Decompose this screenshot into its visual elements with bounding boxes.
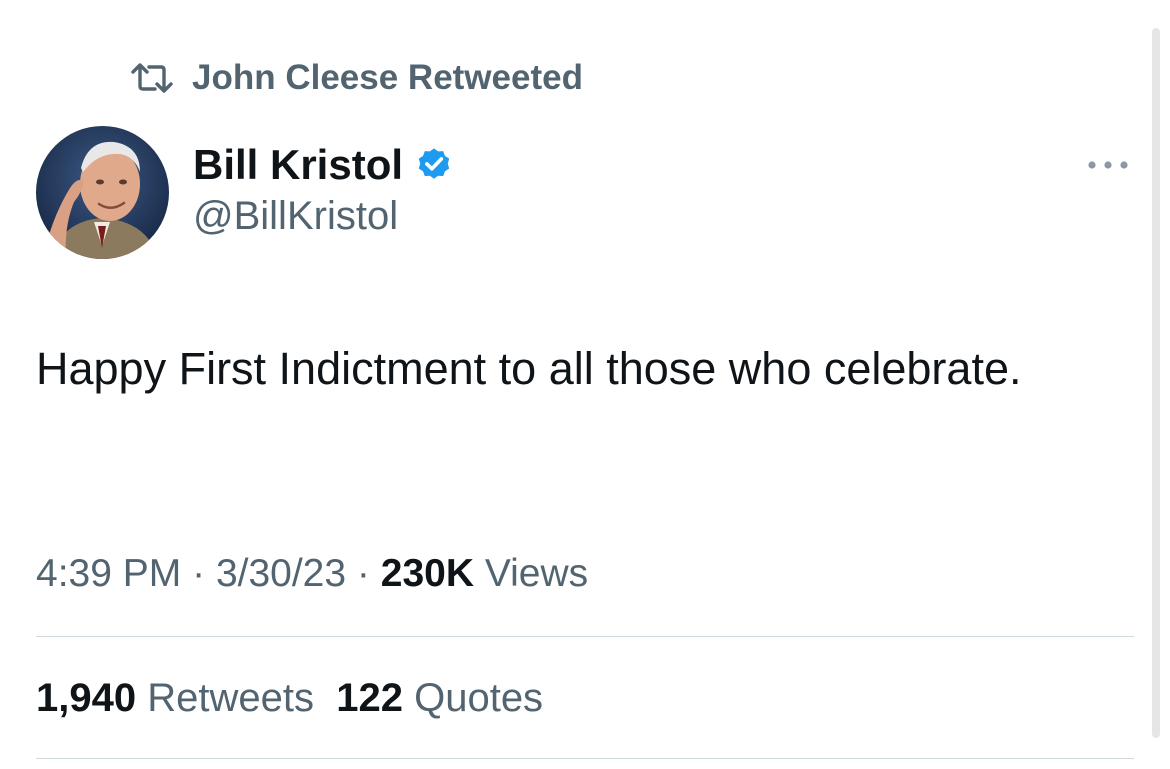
scrollbar[interactable] (1152, 28, 1160, 738)
more-horizontal-icon[interactable] (1084, 150, 1132, 180)
tweet-meta: 4:39 PM · 3/30/23 · 230K Views (36, 548, 588, 600)
divider (36, 636, 1134, 637)
tweet-date[interactable]: 3/30/23 (216, 552, 346, 596)
author-name[interactable]: Bill Kristol (193, 141, 403, 189)
divider (36, 758, 1134, 759)
tweet-text: Happy First Indictment to all those who … (36, 343, 1022, 394)
quotes-stat[interactable]: 122 Quotes (336, 676, 543, 721)
author-info: Bill Kristol @BillKristol (193, 140, 453, 239)
author-handle[interactable]: @BillKristol (193, 194, 453, 239)
retweets-stat[interactable]: 1,940 Retweets (36, 676, 314, 721)
views-label: Views (484, 552, 589, 595)
views-count: 230K (380, 552, 474, 595)
retweet-context-label: John Cleese Retweeted (192, 58, 583, 97)
meta-separator: · (356, 552, 370, 595)
retweet-context[interactable]: John Cleese Retweeted (130, 56, 583, 100)
retweets-label: Retweets (147, 675, 314, 720)
quotes-label: Quotes (414, 675, 544, 720)
verified-badge-icon[interactable] (415, 146, 453, 184)
retweets-count: 1,940 (36, 675, 137, 720)
retweet-icon (130, 62, 174, 94)
author-name-row: Bill Kristol (193, 140, 453, 190)
tweet-stats: 1,940 Retweets 122 Quotes (36, 670, 543, 726)
quotes-count: 122 (336, 675, 403, 720)
tweet-time[interactable]: 4:39 PM (36, 552, 181, 596)
avatar[interactable] (36, 126, 169, 259)
meta-separator: · (192, 552, 206, 595)
